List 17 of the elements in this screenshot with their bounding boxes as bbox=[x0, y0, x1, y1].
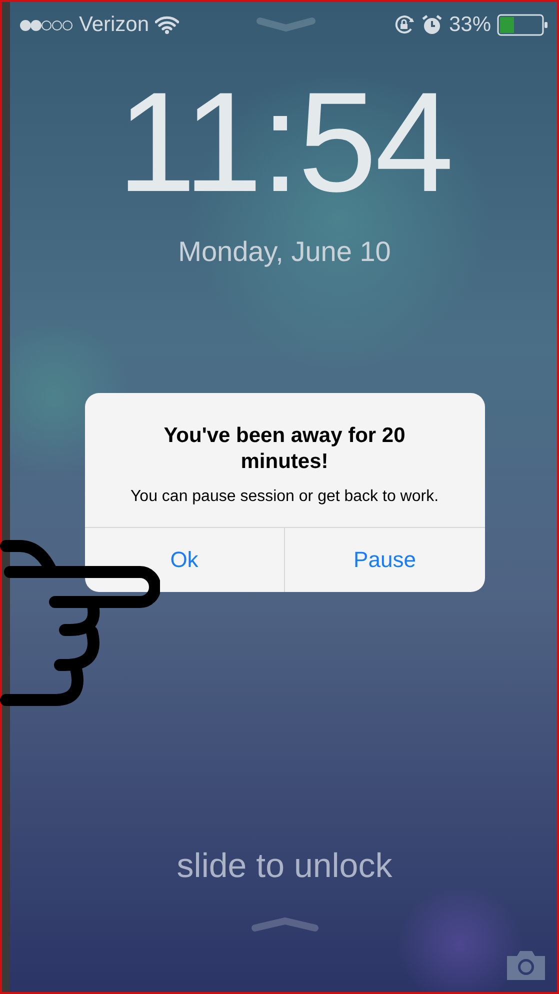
alert-message: You can pause session or get back to work. bbox=[129, 486, 440, 506]
carrier-name: Verizon bbox=[79, 13, 150, 37]
chevron-icon bbox=[250, 916, 320, 934]
wifi-icon bbox=[155, 16, 180, 34]
slide-to-unlock-text: slide to unlock bbox=[176, 847, 392, 886]
signal-strength-icon bbox=[20, 20, 73, 30]
alarm-clock-icon bbox=[420, 14, 443, 36]
camera-icon bbox=[505, 948, 547, 982]
alert-button[interactable]: Ok bbox=[84, 528, 284, 592]
battery-percentage: 33% bbox=[448, 13, 492, 37]
battery-icon bbox=[497, 14, 550, 36]
alert-title: You've been away for 20 minutes! bbox=[162, 423, 406, 476]
chevron-icon bbox=[256, 17, 316, 33]
date-label: Monday, June 10 bbox=[178, 236, 391, 268]
clock-time: 11:54 bbox=[117, 72, 452, 214]
alert-button[interactable]: Pause bbox=[284, 528, 484, 592]
rotation-lock-icon bbox=[392, 14, 415, 36]
